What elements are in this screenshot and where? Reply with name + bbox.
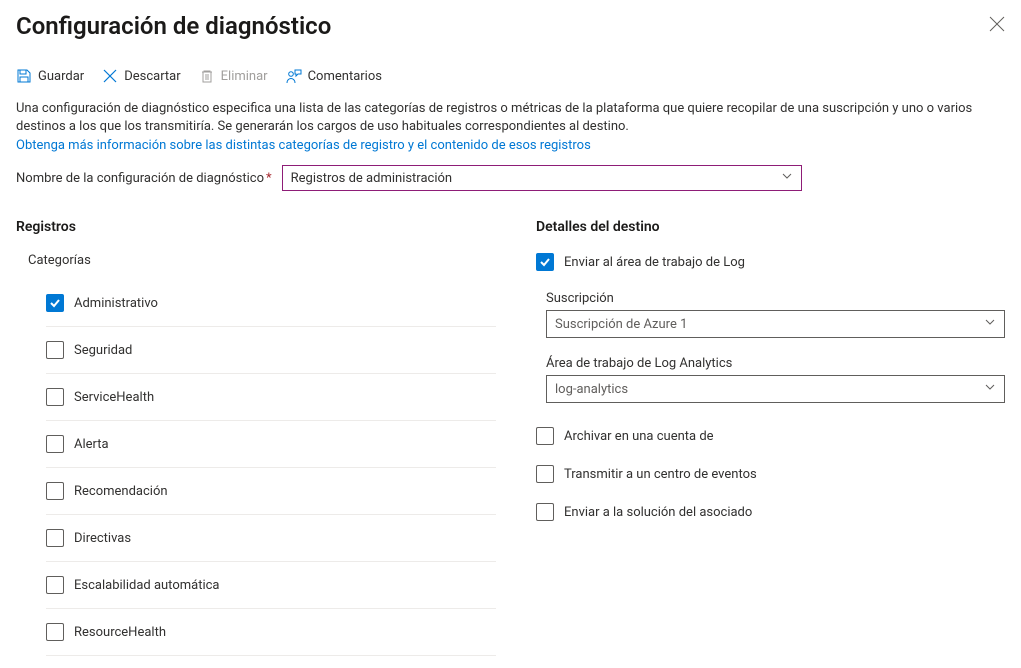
send-log-workspace-label: Enviar al área de trabajo de Log	[564, 255, 745, 270]
delete-label: Eliminar	[221, 69, 268, 84]
categories-list: Administrativo Seguridad ServiceHealth Aler…	[46, 280, 496, 656]
category-label: Recomendación	[74, 484, 168, 499]
workspace-value: log-analytics	[555, 382, 628, 397]
category-label: ResourceHealth	[74, 625, 166, 640]
setting-name-input[interactable]: Registros de administración	[282, 165, 802, 191]
category-checkbox[interactable]	[46, 576, 64, 594]
subscription-label: Suscripción	[546, 291, 1005, 306]
delete-button: Eliminar	[199, 68, 268, 84]
discard-icon	[102, 68, 118, 84]
discard-button[interactable]: Descartar	[102, 68, 180, 84]
categories-subheading: Categorías	[28, 253, 496, 268]
category-checkbox[interactable]	[46, 341, 64, 359]
category-item: Administrativo	[46, 280, 496, 327]
learn-more-link[interactable]: Obtenga más información sobre las distin…	[16, 138, 591, 153]
category-label: Directivas	[74, 531, 131, 546]
category-item: ResourceHealth	[46, 609, 496, 656]
destination-heading: Detalles del destino	[536, 219, 1005, 235]
stream-eventhub-checkbox[interactable]	[536, 465, 554, 483]
discard-label: Descartar	[124, 69, 180, 84]
category-label: Alerta	[74, 437, 109, 452]
category-label: Seguridad	[74, 343, 132, 358]
chevron-down-icon	[781, 170, 793, 186]
chevron-down-icon	[984, 316, 996, 332]
setting-name-label: Nombre de la configuración de diagnóstic…	[16, 171, 272, 186]
send-partner-row: Enviar a la solución del asociado	[536, 503, 1005, 521]
send-log-workspace-row: Enviar al área de trabajo de Log	[536, 253, 1005, 271]
workspace-label: Área de trabajo de Log Analytics	[546, 356, 1005, 371]
category-checkbox[interactable]	[46, 623, 64, 641]
category-checkbox[interactable]	[46, 482, 64, 500]
stream-eventhub-label: Transmitir a un centro de eventos	[564, 467, 757, 482]
subscription-select[interactable]: Suscripción de Azure 1	[546, 310, 1005, 338]
toolbar: Guardar Descartar Eliminar	[16, 68, 1005, 84]
category-checkbox[interactable]	[46, 388, 64, 406]
person-feedback-icon	[286, 68, 302, 84]
category-label: Administrativo	[74, 296, 158, 311]
archive-storage-row: Archivar en una cuenta de	[536, 427, 1005, 445]
workspace-select[interactable]: log-analytics	[546, 375, 1005, 403]
page-title: Configuración de diagnóstico	[16, 12, 331, 40]
category-checkbox[interactable]	[46, 529, 64, 547]
send-partner-label: Enviar a la solución del asociado	[564, 505, 752, 520]
archive-storage-label: Archivar en una cuenta de	[564, 429, 714, 444]
feedback-label: Comentarios	[308, 69, 382, 84]
category-label: Escalabilidad automática	[74, 578, 220, 593]
category-item: Escalabilidad automática	[46, 562, 496, 609]
description-text: Una configuración de diagnóstico especif…	[16, 100, 1005, 136]
stream-eventhub-row: Transmitir a un centro de eventos	[536, 465, 1005, 483]
save-icon	[16, 68, 32, 84]
feedback-button[interactable]: Comentarios	[286, 68, 382, 84]
category-item: ServiceHealth	[46, 374, 496, 421]
logs-heading: Registros	[16, 219, 496, 235]
category-label: ServiceHealth	[74, 390, 154, 405]
category-checkbox[interactable]	[46, 435, 64, 453]
archive-storage-checkbox[interactable]	[536, 427, 554, 445]
setting-name-value: Registros de administración	[291, 171, 452, 186]
send-partner-checkbox[interactable]	[536, 503, 554, 521]
required-indicator: *	[266, 171, 272, 186]
chevron-down-icon	[984, 381, 996, 397]
save-button[interactable]: Guardar	[16, 68, 84, 84]
close-icon[interactable]	[989, 16, 1005, 32]
send-log-workspace-checkbox[interactable]	[536, 253, 554, 271]
category-item: Recomendación	[46, 468, 496, 515]
trash-icon	[199, 68, 215, 84]
category-item: Alerta	[46, 421, 496, 468]
subscription-value: Suscripción de Azure 1	[555, 317, 687, 332]
category-checkbox[interactable]	[46, 294, 64, 312]
category-item: Directivas	[46, 515, 496, 562]
save-label: Guardar	[38, 69, 84, 84]
category-item: Seguridad	[46, 327, 496, 374]
